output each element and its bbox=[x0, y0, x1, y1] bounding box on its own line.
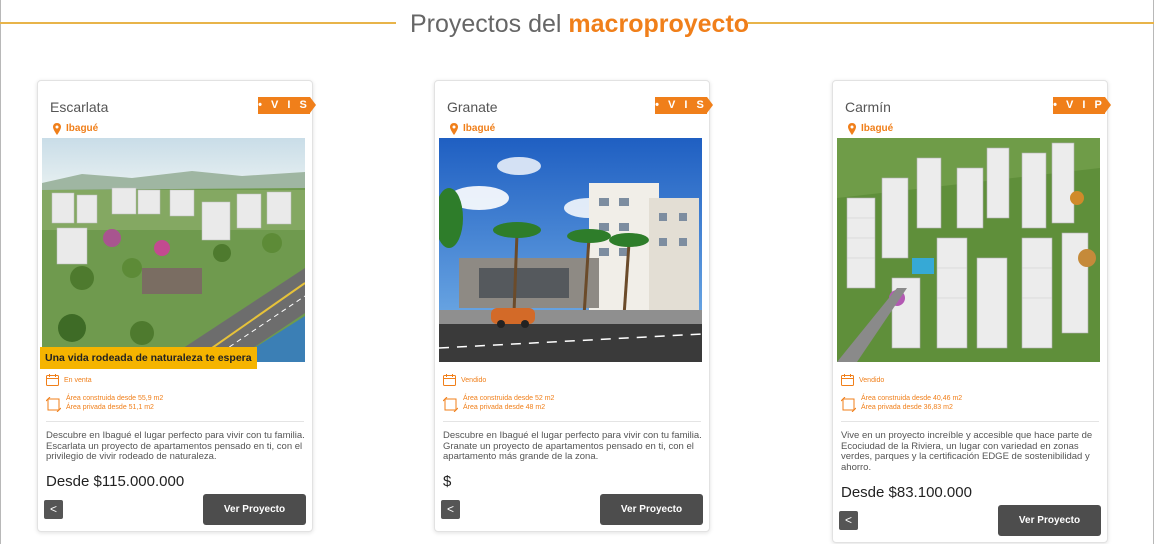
divider bbox=[841, 421, 1099, 422]
area-icon bbox=[443, 397, 458, 412]
ver-proyecto-button[interactable]: Ver Proyecto bbox=[998, 505, 1101, 536]
project-name: Carmín bbox=[845, 99, 891, 115]
divider bbox=[443, 421, 701, 422]
project-description: Descubre en Ibagué el lugar perfecto par… bbox=[443, 430, 702, 462]
project-name: Escarlata bbox=[50, 99, 109, 115]
project-price: Desde $83.100.000 bbox=[841, 484, 972, 501]
section-title-highlight: macroproyecto bbox=[568, 10, 750, 38]
frame-left bbox=[0, 0, 1, 544]
section-header: Proyectos del macroproyecto bbox=[0, 0, 1154, 48]
project-status: En venta bbox=[64, 377, 92, 384]
project-image[interactable] bbox=[42, 138, 305, 362]
calendar-icon bbox=[443, 374, 456, 386]
area-private: Área privada desde 48 m2 bbox=[463, 404, 546, 411]
area-icon bbox=[841, 397, 856, 412]
project-location: Ibagué bbox=[66, 123, 99, 134]
title-line-left bbox=[0, 22, 396, 24]
vis-badge: • V I S • bbox=[258, 97, 316, 128]
section-title-prefix: Proyectos del bbox=[410, 10, 569, 38]
area-built: Área construida desde 40,46 m2 bbox=[861, 395, 963, 402]
area-icon bbox=[46, 397, 61, 412]
area-private: Área privada desde 36,83 m2 bbox=[861, 404, 953, 411]
area-built: Área construida desde 55,9 m2 bbox=[66, 395, 164, 402]
share-icon[interactable]: < bbox=[839, 511, 858, 530]
share-icon[interactable]: < bbox=[441, 500, 460, 519]
project-price: $ bbox=[443, 473, 452, 490]
project-image[interactable] bbox=[837, 138, 1100, 362]
map-pin-icon bbox=[848, 123, 856, 135]
project-location: Ibagué bbox=[861, 123, 894, 134]
project-image[interactable] bbox=[439, 138, 702, 362]
area-private: Área privada desde 51,1 m2 bbox=[66, 404, 154, 411]
calendar-icon bbox=[841, 374, 854, 386]
calendar-icon bbox=[46, 374, 59, 386]
title-line-right bbox=[748, 22, 1154, 24]
project-price: Desde $115.000.000 bbox=[46, 473, 185, 490]
area-built: Área construida desde 52 m2 bbox=[463, 395, 555, 402]
vip-badge: • V I P • bbox=[1053, 97, 1111, 128]
project-location: Ibagué bbox=[463, 123, 496, 134]
project-status: Vendido bbox=[859, 377, 885, 384]
project-tagline: Una vida rodeada de naturaleza te espera bbox=[40, 347, 257, 369]
ver-proyecto-button[interactable]: Ver Proyecto bbox=[600, 494, 703, 525]
divider bbox=[46, 421, 304, 422]
map-pin-icon bbox=[450, 123, 458, 135]
section-title: Proyectos del macroproyecto bbox=[410, 9, 749, 39]
project-card-escarlata: Escarlata • V I S • Ibagué Una vida rode… bbox=[37, 80, 316, 532]
project-status: Vendido bbox=[461, 377, 487, 384]
project-card-carmin: Carmín • V I P • Ibagué Vendido Área con… bbox=[832, 80, 1111, 543]
project-name: Granate bbox=[447, 99, 498, 115]
project-description: Vive en un proyecto increíble y accesibl… bbox=[841, 430, 1093, 473]
ver-proyecto-button[interactable]: Ver Proyecto bbox=[203, 494, 306, 525]
project-description: Descubre en Ibagué el lugar perfecto par… bbox=[46, 430, 305, 462]
share-icon[interactable]: < bbox=[44, 500, 63, 519]
map-pin-icon bbox=[53, 123, 61, 135]
project-card-granate: Granate • V I S • Ibagué Vendido Área co… bbox=[434, 80, 713, 532]
vis-badge: • V I S • bbox=[655, 97, 713, 128]
